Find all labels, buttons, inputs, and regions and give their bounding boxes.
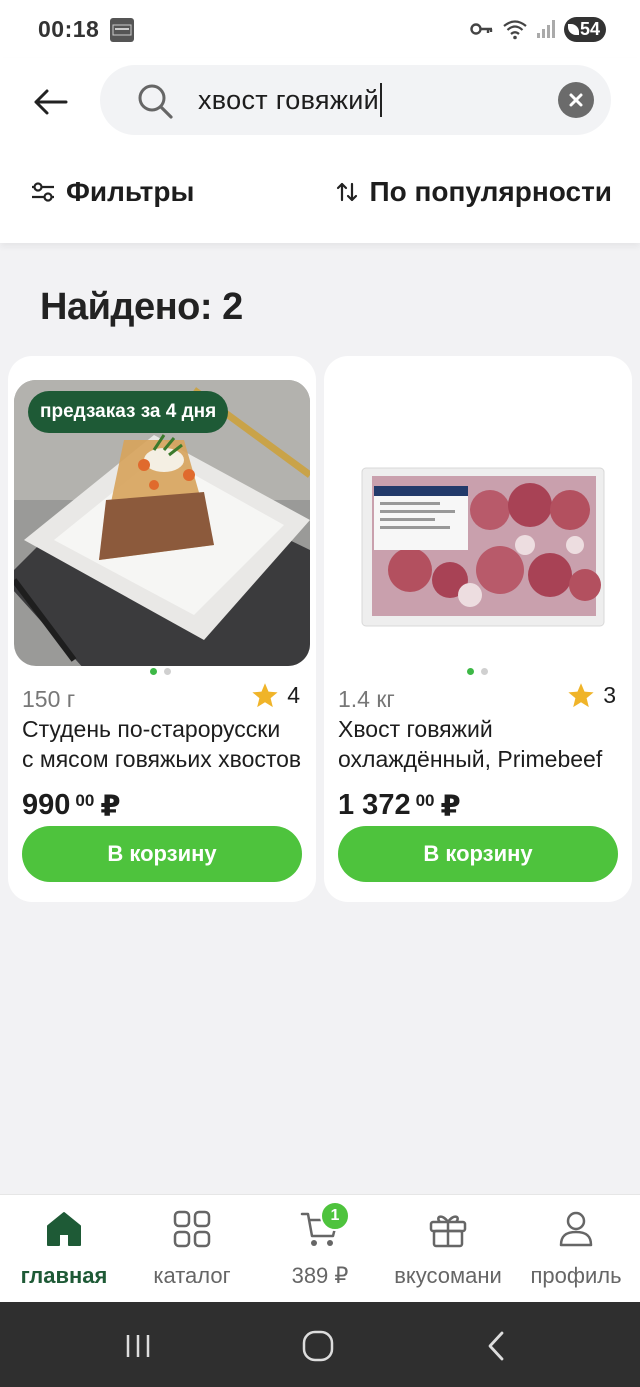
filters-label: Фильтры xyxy=(66,176,195,207)
home-button[interactable] xyxy=(296,1324,340,1368)
price-cents: 00 xyxy=(415,791,435,810)
price-main: 1 372 xyxy=(338,789,411,821)
nav-item-home[interactable]: главная xyxy=(0,1195,128,1303)
pagination-dot xyxy=(481,668,488,675)
product-price: 990 00 ₽ xyxy=(22,789,121,824)
nav-label: профиль xyxy=(530,1263,622,1288)
product-weight: 150 г xyxy=(22,686,76,712)
sort-arrows-icon xyxy=(337,182,358,202)
product-title[interactable]: Студень по-старорусски с мясом говяжьих … xyxy=(22,714,304,774)
pagination-dot xyxy=(467,668,474,675)
product-price: 1 372 00 ₽ xyxy=(338,789,461,824)
status-time: 00:18 xyxy=(38,16,100,42)
product-image[interactable] xyxy=(330,380,626,666)
cart-icon: 1 xyxy=(300,1201,350,1249)
search-bar[interactable]: хвост говяжий xyxy=(100,65,611,135)
star-icon xyxy=(568,683,594,708)
product-rating: 3 xyxy=(567,682,616,709)
add-to-cart-button[interactable]: В корзину xyxy=(338,826,618,882)
close-icon xyxy=(569,93,583,107)
key-icon xyxy=(470,23,493,35)
image-pagination-dots xyxy=(467,668,488,675)
product-weight: 1.4 кг xyxy=(338,686,395,712)
nav-item-cart[interactable]: 1 389 ₽ xyxy=(256,1195,384,1303)
image-pagination-dots xyxy=(150,668,171,675)
results-count: Найдено: 2 xyxy=(40,286,243,328)
sort-label: По популярности xyxy=(369,176,612,207)
clear-search-button[interactable] xyxy=(558,82,594,118)
recent-apps-button[interactable] xyxy=(116,1324,160,1368)
rating-value: 4 xyxy=(287,682,300,708)
nav-label: вкусомани xyxy=(394,1263,502,1288)
nav-label: каталог xyxy=(153,1263,231,1288)
system-navigation-bar xyxy=(0,1302,640,1387)
price-cents: 00 xyxy=(75,791,95,810)
rating-value: 3 xyxy=(603,682,616,708)
product-title-line: Студень по-старорусски xyxy=(22,716,281,742)
sort-button[interactable]: По популярности xyxy=(335,176,612,208)
gift-icon xyxy=(428,1209,468,1249)
price-currency: ₽ xyxy=(100,791,121,823)
filters-button[interactable]: Фильтры xyxy=(30,176,194,208)
battery-saver-icon xyxy=(567,23,579,35)
price-currency: ₽ xyxy=(440,791,461,823)
product-rating: 4 xyxy=(251,682,300,709)
nav-label: 389 ₽ xyxy=(291,1263,349,1288)
system-back-button[interactable] xyxy=(474,1324,518,1368)
price-main: 990 xyxy=(22,789,71,821)
nav-label: главная xyxy=(20,1263,108,1288)
nav-item-profile[interactable]: профиль xyxy=(512,1195,640,1303)
battery-indicator: 54 xyxy=(563,16,606,42)
product-card[interactable]: предзаказ за 4 дня 150 г 4 Студень по-ст… xyxy=(8,356,316,902)
product-title-line: охлаждённый, Primebeef xyxy=(338,746,603,772)
chevron-left-icon xyxy=(488,1331,504,1361)
star-icon xyxy=(252,683,278,708)
product-title[interactable]: Хвост говяжий охлаждённый, Primebeef xyxy=(338,714,620,774)
wifi-icon xyxy=(503,20,527,40)
home-circle-icon xyxy=(302,1330,334,1362)
status-icons: 54 xyxy=(470,16,606,42)
product-title-line: с мясом говяжьих хвостов xyxy=(22,746,302,772)
battery-level: 54 xyxy=(579,18,600,39)
pagination-dot xyxy=(150,668,157,675)
search-icon xyxy=(138,84,173,119)
product-title-line: Хвост говяжий xyxy=(338,716,493,742)
pagination-dot xyxy=(164,668,171,675)
search-input[interactable]: хвост говяжий xyxy=(198,83,382,117)
preorder-badge: предзаказ за 4 дня xyxy=(28,391,229,433)
nav-item-catalog[interactable]: каталог xyxy=(128,1195,256,1303)
nav-item-rewards[interactable]: вкусомани xyxy=(384,1195,512,1303)
user-icon xyxy=(556,1209,596,1249)
arrow-left-icon xyxy=(34,89,68,115)
status-bar: 00:18 54 xyxy=(0,0,640,58)
recent-apps-icon xyxy=(126,1335,150,1357)
bottom-navigation: главная каталог 1 389 ₽ вкусомани профил… xyxy=(0,1194,640,1302)
add-to-cart-button[interactable]: В корзину xyxy=(22,826,302,882)
sliders-icon xyxy=(32,182,54,202)
app-notification-icon xyxy=(110,18,134,42)
home-icon xyxy=(44,1209,84,1249)
cart-count-badge: 1 xyxy=(320,1201,350,1231)
search-header: хвост говяжий Фильтры По популярности xyxy=(0,58,640,243)
product-card[interactable]: 1.4 кг 3 Хвост говяжий охлаждённый, Prim… xyxy=(324,356,632,902)
grid-icon xyxy=(172,1209,212,1249)
back-button[interactable] xyxy=(28,80,72,124)
signal-icon xyxy=(536,20,555,38)
